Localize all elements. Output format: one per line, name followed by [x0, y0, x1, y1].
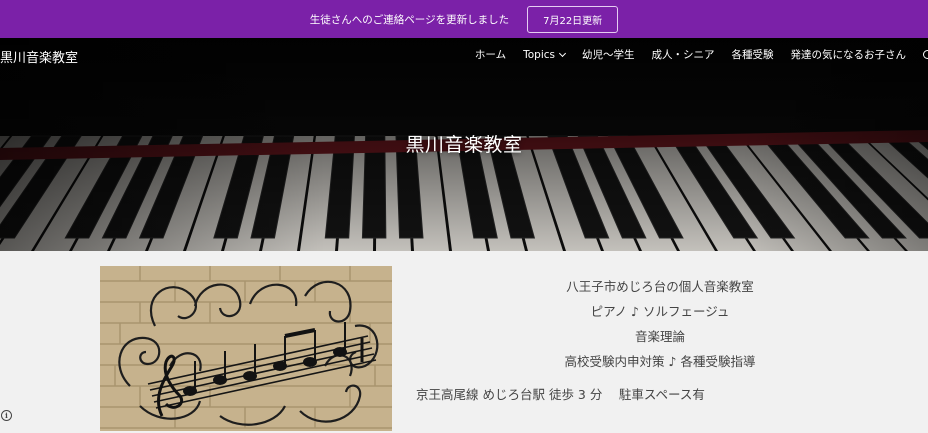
- hero-title: 黒川音楽教室: [405, 134, 523, 156]
- nav-development[interactable]: 発達の気になるお子さん: [791, 47, 907, 62]
- nav-topics[interactable]: Topics: [523, 49, 567, 61]
- chevron-down-icon: [558, 49, 567, 57]
- main-nav: ホーム Topics 幼児～学生 成人・シニア 各種受験 発達の気になるお子さん: [475, 47, 928, 62]
- announcement-bar: 生徒さんへのご連絡ページを更新しました 7月22日更新: [0, 0, 928, 38]
- intro-line: ピアノ ♪ ソルフェージュ: [590, 304, 730, 319]
- intro-line: 八王子市めじろ台の個人音楽教室: [566, 279, 754, 294]
- nav-adult[interactable]: 成人・シニア: [652, 47, 715, 62]
- access-info: 京王高尾線 めじろ台駅 徒歩 3 分 駐車スペース有: [416, 387, 705, 402]
- site-title[interactable]: 黒川音楽教室: [0, 47, 78, 66]
- intro-text: 八王子市めじろ台の個人音楽教室 ピアノ ♪ ソルフェージュ 音楽理論 高校受験内…: [400, 274, 920, 407]
- intro-line: 音楽理論: [634, 329, 685, 344]
- nav-kids[interactable]: 幼児～学生: [582, 47, 635, 62]
- announcement-update-button[interactable]: 7月22日更新: [527, 5, 619, 33]
- nav-home[interactable]: ホーム: [475, 47, 506, 62]
- search-icon[interactable]: [923, 50, 928, 59]
- intro-line: 高校受験内申対策 ♪ 各種受験指導: [564, 354, 756, 369]
- music-notes-wall-photo: [100, 266, 392, 431]
- info-icon[interactable]: i: [1, 410, 12, 421]
- announcement-message: 生徒さんへのご連絡ページを更新しました: [309, 13, 510, 26]
- nav-exams[interactable]: 各種受験: [732, 47, 774, 62]
